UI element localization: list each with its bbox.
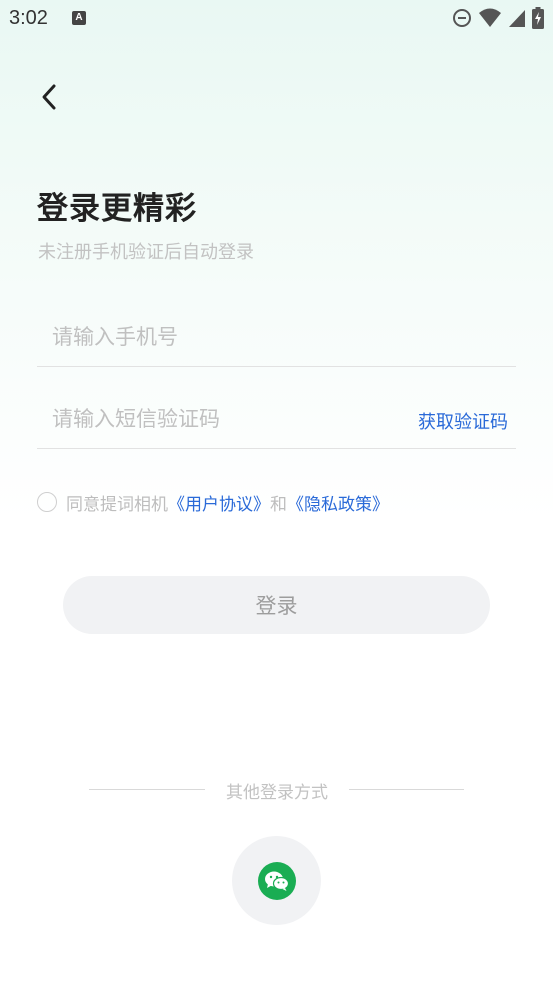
agreement-row: 同意提词相机 《用户协议》 和 《隐私政策》 [37,490,389,515]
wechat-icon [257,861,296,900]
chevron-left-icon [42,84,56,110]
get-code-button[interactable]: 获取验证码 [418,408,508,434]
back-button[interactable] [32,80,66,114]
phone-input[interactable] [52,318,392,356]
page-title: 登录更精彩 [37,191,197,227]
privacy-policy-link[interactable]: 《隐私政策》 [287,490,389,515]
code-field-row: 获取验证码 [37,392,516,449]
sms-code-input[interactable] [52,400,392,438]
battery-charging-icon [532,7,544,29]
agree-checkbox[interactable] [37,492,57,512]
wechat-login-button[interactable] [232,836,321,925]
wifi-icon [479,8,501,27]
login-button[interactable]: 登录 [63,576,490,634]
agreement-conjunction: 和 [270,494,287,515]
other-login-label: 其他登录方式 [226,783,328,803]
status-bar: 3:02 A [0,0,553,38]
status-icons [452,7,544,29]
a-notification-icon: A [72,11,86,25]
divider-right [349,789,464,790]
phone-field-row [37,310,516,367]
agreement-prefix: 同意提词相机 [66,494,168,515]
dnd-icon [453,9,471,27]
status-time: 3:02 [9,7,48,29]
user-agreement-link[interactable]: 《用户协议》 [168,490,270,515]
signal-icon [509,10,525,27]
divider-left [89,789,205,790]
page-subtitle: 未注册手机验证后自动登录 [38,242,254,263]
